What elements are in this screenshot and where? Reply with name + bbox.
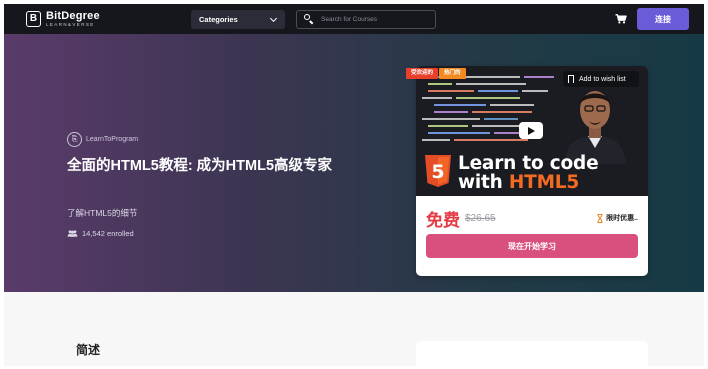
start-learning-button[interactable]: 现在开始学习	[426, 234, 638, 258]
categories-label: Categories	[199, 15, 238, 24]
course-subtitle: 了解HTML5的细节	[67, 208, 138, 218]
play-button[interactable]	[519, 122, 543, 139]
enrolled-text: 14,542 enrolled	[82, 229, 134, 238]
html5-shield-icon: 5	[425, 155, 451, 187]
hourglass-icon	[597, 213, 603, 223]
original-price: $26.65	[465, 212, 496, 224]
badge-popular: 受欢迎的	[406, 68, 439, 79]
categories-dropdown[interactable]: Categories	[191, 10, 285, 29]
page: B BitDegree LEARN&VERSE Categories 连接	[4, 4, 704, 366]
thumbnail-line-2: with HTML5	[458, 172, 580, 193]
instructor-image	[564, 91, 626, 164]
provider-logo-icon: ⎘	[67, 132, 82, 147]
thumbnail-headline: Learn to code with HTML5	[458, 153, 599, 193]
add-to-wishlist-button[interactable]: Add to wish list	[563, 71, 639, 87]
search-icon[interactable]	[303, 13, 317, 27]
logo-brand-sub: LEARN&VERSE	[46, 22, 95, 27]
badge-hot: 热门的	[439, 68, 466, 79]
course-card: Add to wish list 5 Learn to code with HT…	[416, 66, 648, 276]
logo-badge: B	[26, 11, 41, 28]
limited-offer-label: 限时优惠..	[606, 215, 638, 222]
bookmark-icon	[568, 75, 574, 83]
bitdegree-logo[interactable]: B BitDegree LEARN&VERSE	[26, 11, 100, 28]
wishlist-label: Add to wish list	[579, 75, 626, 83]
cart-icon[interactable]	[615, 14, 627, 24]
intro-heading: 简述	[76, 343, 101, 357]
login-button[interactable]: 连接	[637, 8, 689, 30]
course-title: 全面的HTML5教程: 成为HTML5高级专家	[67, 158, 333, 174]
price-free: 免费	[426, 210, 460, 230]
limited-offer: 限时优惠..	[597, 213, 638, 223]
search-box	[296, 10, 436, 29]
sidebar-card	[416, 341, 648, 366]
top-navbar: B BitDegree LEARN&VERSE Categories 连接	[4, 4, 704, 34]
provider-name: LearnToProgram	[86, 136, 139, 143]
html5-shield-number: 5	[431, 161, 444, 183]
logo-brand-name: BitDegree	[46, 10, 100, 22]
chevron-down-icon	[269, 14, 278, 23]
users-icon	[67, 230, 78, 237]
badge-row: 受欢迎的 热门的	[406, 68, 466, 79]
provider[interactable]: ⎘ LearnToProgram	[67, 132, 138, 147]
search-input[interactable]	[321, 16, 431, 23]
enrolled-count: 14,542 enrolled	[67, 229, 134, 238]
play-icon	[528, 126, 535, 135]
thumbnail-line-1: Learn to code	[458, 153, 599, 174]
course-preview-video[interactable]: Add to wish list 5 Learn to code with HT…	[416, 66, 648, 196]
price-row: 免费 $26.65 限时优惠..	[426, 206, 638, 230]
